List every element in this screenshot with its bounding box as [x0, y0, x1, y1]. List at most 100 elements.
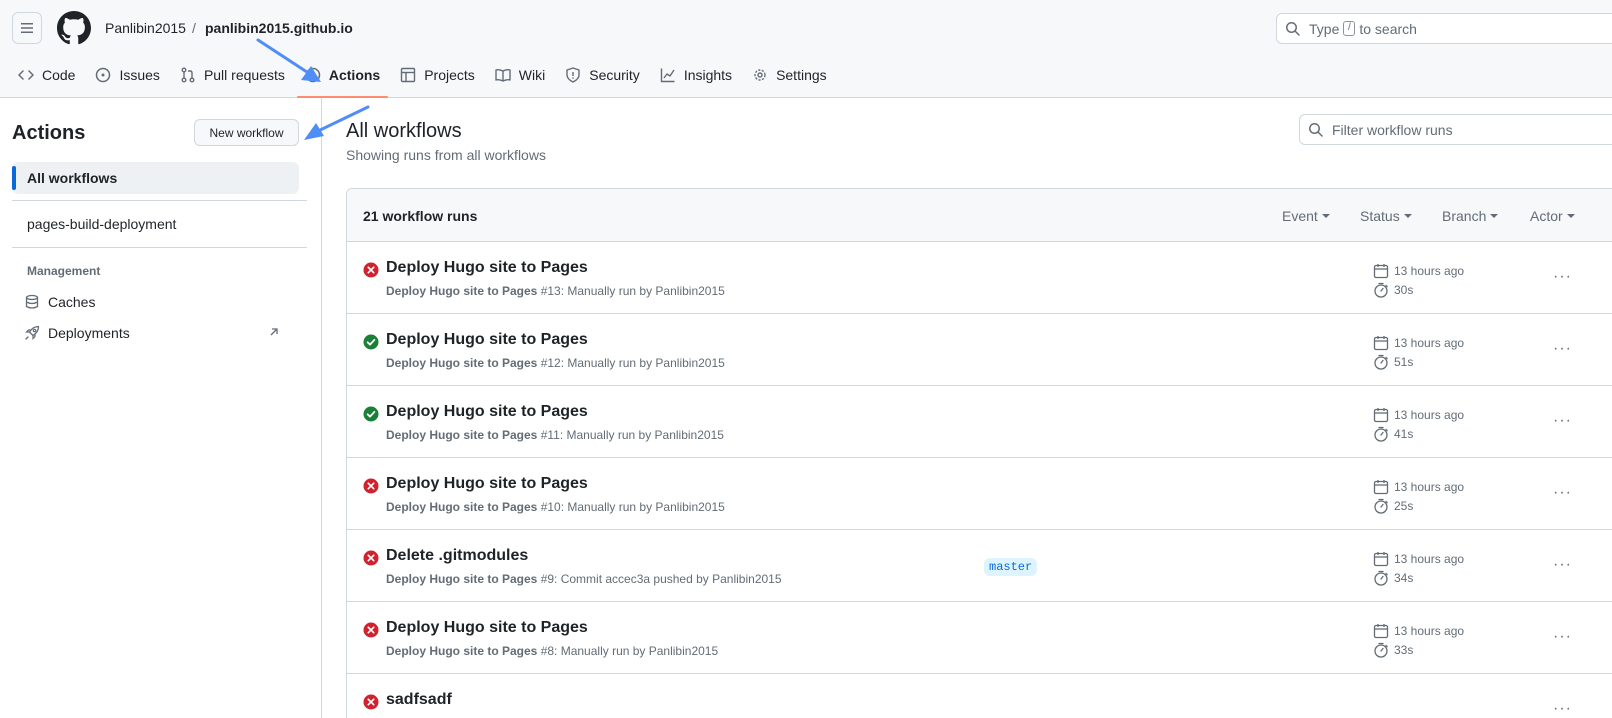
tab-label: Wiki [518, 67, 546, 83]
repo-tabs: Code Issues Pull requests Actions Projec… [0, 58, 835, 98]
kebab-menu-icon[interactable]: ··· [1553, 556, 1572, 574]
tab-label: Projects [424, 67, 475, 83]
run-time: 13 hours ago [1373, 623, 1464, 639]
filter-runs-input[interactable]: Filter workflow runs [1299, 114, 1612, 145]
tab-settings[interactable]: Settings [744, 58, 835, 92]
tab-pull-requests[interactable]: Pull requests [172, 58, 293, 92]
run-title[interactable]: Deploy Hugo site to Pages [386, 619, 588, 637]
actor-filter-button[interactable]: Actor [1530, 208, 1575, 224]
kebab-menu-icon[interactable]: ··· [1553, 700, 1572, 718]
kebab-menu-icon[interactable]: ··· [1553, 628, 1572, 646]
run-duration: 51s [1373, 354, 1413, 370]
page-subtitle: Showing runs from all workflows [346, 147, 546, 163]
kebab-menu-icon[interactable]: ··· [1553, 340, 1572, 358]
run-duration-text: 25s [1394, 499, 1414, 513]
stopwatch-icon [1374, 498, 1388, 514]
management-heading: Management [27, 264, 101, 278]
sidebar-item-all-workflows[interactable]: All workflows [12, 162, 299, 194]
run-duration-text: 30s [1394, 283, 1414, 297]
database-icon [25, 294, 39, 309]
run-title[interactable]: Deploy Hugo site to Pages [386, 331, 588, 349]
sidebar-item-pages-build-deployment[interactable]: pages-build-deployment [12, 208, 299, 240]
run-duration: 25s [1373, 498, 1413, 514]
kebab-menu-icon[interactable]: ··· [1553, 484, 1572, 502]
run-meta: Deploy Hugo site to Pages #9: Commit acc… [386, 572, 782, 586]
run-title[interactable]: Deploy Hugo site to Pages [386, 403, 588, 421]
divider [12, 247, 307, 248]
event-filter-label: Event [1282, 208, 1318, 224]
run-duration: 41s [1373, 426, 1413, 442]
graph-icon [660, 68, 675, 83]
run-time-text: 13 hours ago [1394, 336, 1465, 350]
workflow-run-row[interactable]: Delete .gitmodules Deploy Hugo site to Pa… [347, 530, 1612, 602]
event-filter-button[interactable]: Event [1282, 208, 1330, 224]
tab-projects[interactable]: Projects [392, 58, 483, 92]
tab-issues[interactable]: Issues [87, 58, 167, 92]
search-shortcut-key: / [1343, 21, 1356, 36]
run-meta: Deploy Hugo site to Pages #12: Manually … [386, 356, 725, 370]
status-filter-button[interactable]: Status [1360, 208, 1412, 224]
actor-filter-label: Actor [1530, 208, 1563, 224]
tab-insights[interactable]: Insights [652, 58, 740, 92]
success-check-icon [363, 406, 379, 422]
run-description: #11: Manually run by Panlibin2015 [537, 428, 724, 442]
gear-icon [754, 69, 766, 81]
workflow-run-row[interactable]: Deploy Hugo site to Pages Deploy Hugo sit… [347, 386, 1612, 458]
workflow-run-row[interactable]: Deploy Hugo site to Pages Deploy Hugo sit… [347, 242, 1612, 314]
run-time: 13 hours ago [1373, 335, 1464, 351]
breadcrumb-separator: / [192, 20, 196, 36]
calendar-icon [1373, 264, 1389, 279]
shield-icon [566, 67, 580, 83]
run-title[interactable]: Delete .gitmodules [386, 547, 528, 565]
tab-code[interactable]: Code [10, 58, 83, 92]
run-meta: Deploy Hugo site to Pages #13: Manually … [386, 284, 725, 298]
sidebar-item-caches[interactable]: Caches [24, 289, 296, 315]
run-workflow-name: Deploy Hugo site to Pages [386, 644, 538, 658]
tab-actions[interactable]: Actions [296, 58, 389, 98]
run-duration-text: 34s [1394, 571, 1414, 585]
workflow-run-row[interactable]: Deploy Hugo site to Pages Deploy Hugo sit… [347, 602, 1612, 674]
sidebar-item-deployments[interactable]: Deployments [24, 320, 296, 346]
breadcrumb-owner[interactable]: Panlibin2015 [105, 19, 186, 37]
run-title[interactable]: Deploy Hugo site to Pages [386, 259, 588, 277]
caret-down-icon [1566, 214, 1575, 218]
runs-count: 21 workflow runs [363, 208, 478, 224]
run-description: #10: Manually run by Panlibin2015 [537, 500, 725, 514]
sidebar-title: Actions [12, 122, 86, 144]
workflow-run-row[interactable]: Deploy Hugo site to Pages Deploy Hugo sit… [347, 314, 1612, 386]
kebab-menu-icon[interactable]: ··· [1553, 412, 1572, 430]
run-title[interactable]: sadfsadf [386, 691, 452, 709]
new-workflow-button[interactable]: New workflow [194, 119, 299, 146]
menu-button[interactable] [12, 12, 42, 44]
run-description: #12: Manually run by Panlibin2015 [537, 356, 725, 370]
github-logo-icon[interactable] [57, 11, 91, 45]
run-time: 13 hours ago [1373, 263, 1464, 279]
tab-security[interactable]: Security [557, 58, 648, 92]
run-duration: 34s [1373, 570, 1413, 586]
failure-x-icon [363, 622, 379, 638]
breadcrumb-repo[interactable]: panlibin2015.github.io [205, 19, 353, 37]
branch-filter-button[interactable]: Branch [1442, 208, 1499, 224]
run-meta: Deploy Hugo site to Pages #11: Manually … [386, 428, 724, 442]
run-time-text: 13 hours ago [1394, 264, 1465, 278]
kebab-menu-icon[interactable]: ··· [1553, 268, 1572, 286]
branch-badge[interactable]: master [984, 558, 1038, 576]
issue-icon [96, 67, 111, 83]
tab-label: Pull requests [203, 67, 285, 83]
search-icon [1309, 122, 1323, 137]
workflow-run-row[interactable]: sadfsadf ··· [347, 674, 1612, 718]
workflow-run-row[interactable]: Deploy Hugo site to Pages Deploy Hugo sit… [347, 458, 1612, 530]
tab-label: Issues [119, 67, 160, 83]
run-description: #8: Manually run by Panlibin2015 [537, 644, 719, 658]
search-icon [1286, 21, 1300, 36]
runs-list-header: 21 workflow runs Event Status Branch Act… [347, 189, 1612, 242]
tab-wiki[interactable]: Wiki [487, 58, 553, 92]
pull-request-icon [181, 67, 195, 83]
run-meta: Deploy Hugo site to Pages #8: Manually r… [386, 644, 718, 658]
global-search-input[interactable]: Type / to search [1276, 13, 1612, 44]
caches-label: Caches [48, 294, 96, 310]
run-title[interactable]: Deploy Hugo site to Pages [386, 475, 588, 493]
actions-sidebar: Actions New workflow All workflows pages… [0, 98, 322, 718]
stopwatch-icon [1374, 354, 1388, 370]
run-description: #13: Manually run by Panlibin2015 [537, 284, 725, 298]
